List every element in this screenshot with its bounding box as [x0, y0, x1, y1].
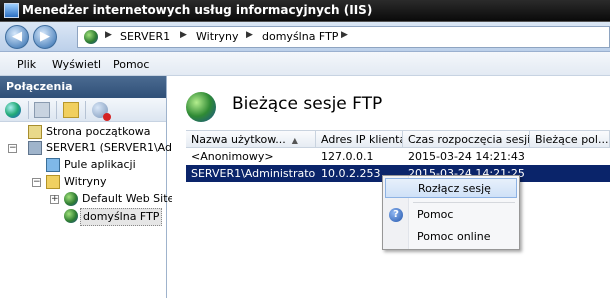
folder-icon [46, 175, 60, 189]
help-menu-item[interactable]: ? Pomoc [385, 205, 517, 225]
menu-bar: Plik Wyświetl Pomoc [0, 52, 610, 76]
connections-header: Połączenia [0, 76, 166, 98]
address-breadcrumb[interactable]: ▶ SERVER1 ▶ Witryny ▶ domyślna FTP ▶ [77, 26, 610, 48]
menu-separator [413, 202, 515, 203]
disconnect-session-menu-item[interactable]: Rozłącz sesję [385, 178, 517, 198]
column-header-user[interactable]: Nazwa użytkow... ▲ [186, 131, 316, 148]
app-pool-icon [46, 158, 60, 172]
collapse-icon[interactable]: − [32, 178, 41, 187]
globe-icon [186, 92, 216, 122]
help-icon: ? [389, 208, 403, 222]
chevron-right-icon[interactable]: ▶ [105, 30, 112, 40]
forward-button[interactable]: ▶ [33, 25, 57, 49]
connections-pane: Połączenia Strona początkowa − SERVER1 (… [0, 76, 183, 298]
chevron-right-icon[interactable]: ▶ [341, 30, 348, 40]
chevron-right-icon[interactable]: ▶ [180, 30, 187, 40]
start-page-icon [28, 125, 42, 139]
breadcrumb-ftp-site[interactable]: domyślna FTP [262, 30, 338, 43]
menu-file[interactable]: Plik [17, 58, 36, 71]
table-row[interactable]: <Anonimowy> 127.0.0.1 2015-03-24 14:21:4… [186, 148, 610, 165]
up-level-icon[interactable] [63, 102, 79, 118]
connections-toolbar [0, 98, 166, 122]
sort-ascending-icon: ▲ [291, 136, 298, 145]
globe-icon [64, 209, 78, 223]
title-bar: Menedżer internetowych usług informacyjn… [0, 0, 610, 22]
cell-current [530, 165, 610, 182]
remove-connection-icon[interactable] [92, 102, 111, 121]
breadcrumb-sites[interactable]: Witryny [196, 30, 239, 43]
menu-help[interactable]: Pomoc [113, 58, 149, 71]
cell-current [530, 148, 610, 165]
server-icon [28, 141, 42, 155]
collapse-icon[interactable]: − [8, 144, 17, 153]
column-header-current[interactable]: Bieżące pol... [530, 131, 610, 148]
connect-icon[interactable] [5, 102, 21, 118]
chevron-right-icon[interactable]: ▶ [246, 30, 253, 40]
breadcrumb-server[interactable]: SERVER1 [120, 30, 170, 43]
cell-user: <Anonimowy> [191, 150, 274, 163]
online-help-menu-item[interactable]: Pomoc online [385, 227, 517, 247]
page-title: Bieżące sesje FTP [232, 94, 383, 114]
globe-icon [84, 30, 98, 44]
address-toolbar: ◀ ▶ ▶ SERVER1 ▶ Witryny ▶ domyślna FTP ▶ [0, 22, 610, 52]
toolbar-separator [85, 101, 86, 119]
expand-icon[interactable]: + [50, 195, 59, 204]
cell-ip: 127.0.0.1 [321, 150, 374, 163]
column-header-ip[interactable]: Adres IP klienta [316, 131, 403, 148]
context-menu: Rozłącz sesję ? Pomoc Pomoc online [382, 175, 520, 250]
menu-view[interactable]: Wyświetl [52, 58, 101, 71]
globe-icon [64, 192, 78, 206]
toolbar-separator [28, 101, 29, 119]
table-header: Nazwa użytkow... ▲ Adres IP klienta Czas … [186, 130, 610, 148]
column-header-start[interactable]: Czas rozpoczęcia sesji [403, 131, 530, 148]
cell-user: SERVER1\Administrator [191, 167, 316, 180]
iis-app-icon [4, 3, 19, 18]
window-title: Menedżer internetowych usług informacyjn… [22, 3, 373, 17]
save-icon[interactable] [34, 102, 50, 118]
cell-start: 2015-03-24 14:21:43 [408, 150, 525, 163]
back-button[interactable]: ◀ [5, 25, 29, 49]
toolbar-separator [56, 101, 57, 119]
